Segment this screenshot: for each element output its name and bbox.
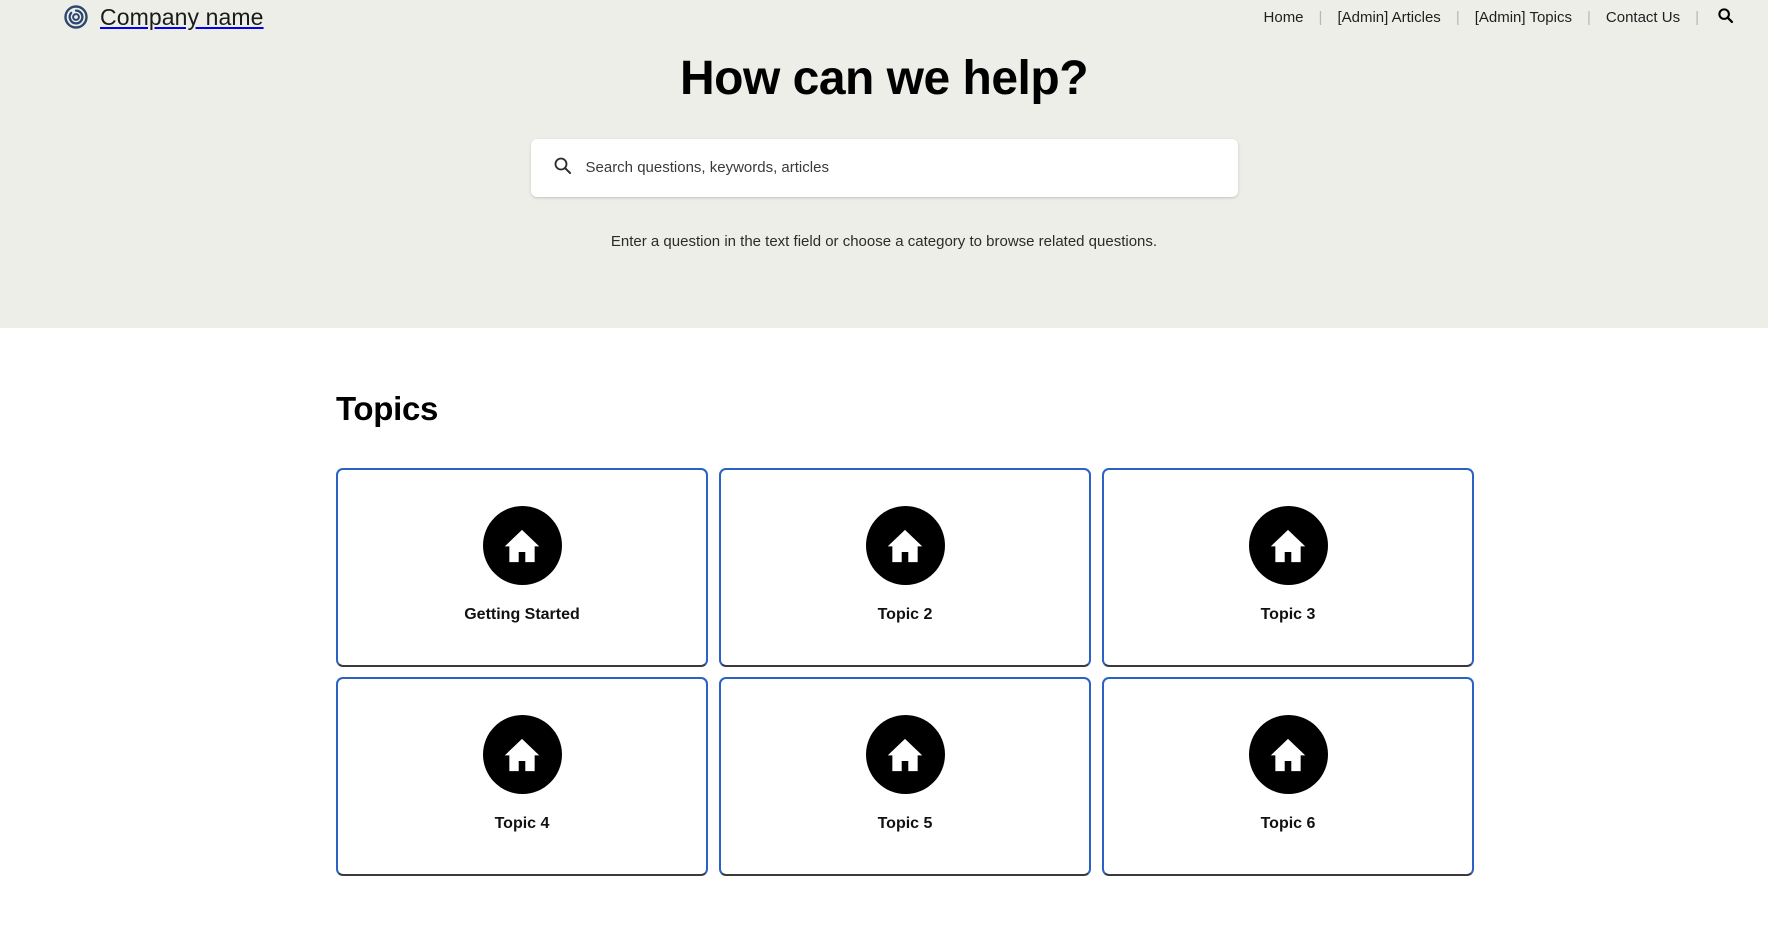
home-icon (482, 506, 562, 585)
search-icon (553, 156, 572, 180)
home-icon (865, 715, 945, 794)
home-icon (482, 715, 562, 794)
topic-card[interactable]: Topic 3 (1102, 468, 1474, 667)
nav-link-home[interactable]: Home (1262, 9, 1306, 26)
search-icon (1717, 7, 1734, 27)
nav-separator: | (1586, 8, 1591, 26)
search-input[interactable] (585, 138, 1216, 197)
topic-card[interactable]: Topic 4 (336, 677, 708, 876)
topic-card[interactable]: Topic 6 (1102, 677, 1474, 876)
brand-name-label: Company name (100, 3, 264, 30)
nav-link-contact-us[interactable]: Contact Us (1604, 9, 1682, 26)
home-icon (1248, 506, 1328, 585)
topic-card[interactable]: Topic 2 (719, 468, 1091, 667)
nav-link-admin-topics[interactable]: [Admin] Topics (1473, 9, 1574, 26)
hero-banner: Company name Home | [Admin] Articles | [… (0, 0, 1768, 328)
nav-link-admin-articles[interactable]: [Admin] Articles (1335, 9, 1442, 26)
topics-section: Topics Getting Started Topic 2 Topic 3 T… (0, 390, 1768, 876)
spiral-circle-logo-icon (64, 5, 88, 29)
home-icon (1248, 715, 1328, 794)
topic-card-label: Topic 3 (1260, 606, 1316, 623)
topic-card-label: Topic 5 (877, 815, 933, 832)
hero-subtitle: Enter a question in the text field or ch… (610, 232, 1158, 250)
topics-heading: Topics (336, 390, 439, 427)
topic-card-label: Getting Started (464, 606, 580, 623)
topics-grid: Getting Started Topic 2 Topic 3 Topic 4 … (336, 468, 1474, 876)
search-box[interactable] (530, 138, 1238, 197)
topic-card[interactable]: Topic 5 (719, 677, 1091, 876)
home-icon (865, 506, 945, 585)
nav-separator: | (1695, 8, 1699, 26)
brand-logo-link[interactable]: Company name (64, 5, 264, 29)
top-navigation-bar: Company name Home | [Admin] Articles | [… (0, 0, 1768, 34)
topic-card[interactable]: Getting Started (336, 468, 708, 667)
topic-card-label: Topic 2 (877, 606, 933, 623)
nav-separator: | (1455, 8, 1460, 26)
nav-separator: | (1318, 8, 1323, 26)
topic-card-label: Topic 4 (494, 815, 550, 832)
nav-search-button[interactable] (1714, 6, 1736, 28)
main-nav: Home | [Admin] Articles | [Admin] Topics… (1262, 0, 1736, 34)
topic-card-label: Topic 6 (1260, 815, 1316, 832)
page-title: How can we help? (679, 52, 1089, 105)
